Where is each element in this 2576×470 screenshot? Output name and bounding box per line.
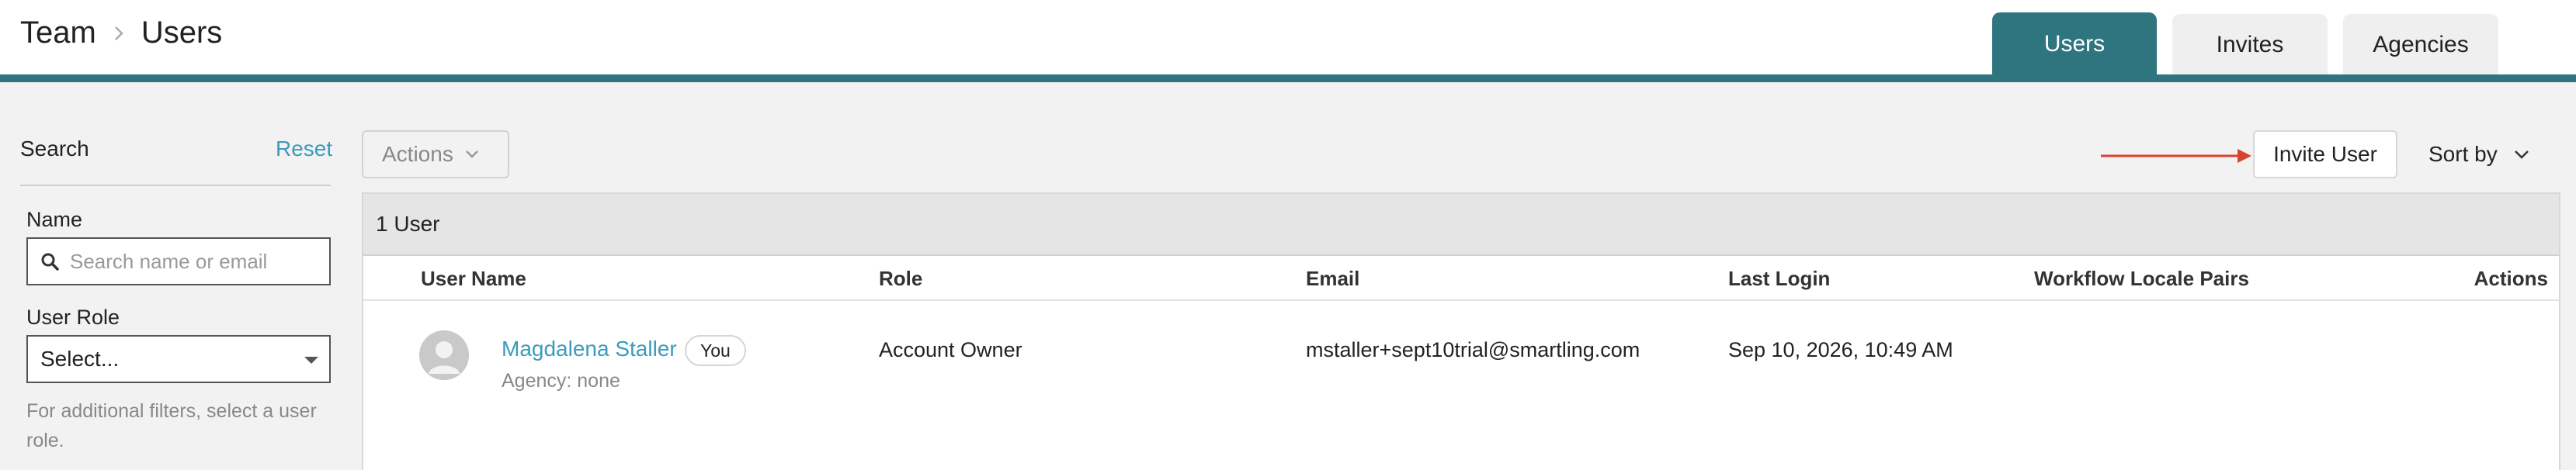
table-header-row: User Name Role Email Last Login Workflow… — [363, 257, 2559, 301]
actions-button-label: Actions — [382, 142, 453, 166]
column-header-workflow-locale-pairs: Workflow Locale Pairs — [2034, 267, 2249, 290]
name-field-label: Name — [26, 208, 83, 231]
breadcrumb-users: Users — [141, 16, 223, 50]
chevron-right-icon — [113, 25, 124, 42]
tab-invites[interactable]: Invites — [2172, 14, 2328, 76]
tab-agencies[interactable]: Agencies — [2343, 14, 2498, 76]
page-header: Team Users Users Invites Agencies — [0, 0, 2576, 76]
column-header-role[interactable]: Role — [879, 267, 922, 291]
actions-dropdown-button[interactable]: Actions — [362, 130, 509, 178]
sort-by-dropdown[interactable]: Sort by — [2428, 142, 2530, 167]
search-icon — [40, 252, 59, 271]
user-name-link[interactable]: Magdalena Staller — [502, 337, 677, 361]
sort-by-label: Sort by — [2428, 142, 2498, 166]
tab-users[interactable]: Users — [1992, 12, 2157, 76]
chevron-down-icon — [464, 150, 480, 159]
you-badge: You — [685, 335, 746, 366]
chevron-down-icon — [2513, 149, 2530, 160]
user-email-cell: mstaller+sept10trial@smartling.com — [1306, 338, 1640, 361]
default-user-avatar-icon — [419, 330, 469, 380]
column-header-last-login[interactable]: Last Login — [1728, 267, 1830, 291]
user-role-cell: Account Owner — [879, 338, 1022, 361]
user-role-select[interactable]: Select... — [26, 335, 331, 383]
search-sidebar: Search Reset Name User Role Select... Fo… — [0, 82, 349, 470]
users-table: 1 User User Name Role Email Last Login W… — [362, 192, 2560, 470]
red-arrow-icon — [2101, 147, 2253, 168]
column-header-email[interactable]: Email — [1306, 267, 1359, 291]
invite-user-button[interactable]: Invite User — [2253, 130, 2397, 178]
search-title: Search — [20, 137, 89, 161]
filter-help-text: For additional filters, select a user ro… — [26, 400, 317, 451]
header-accent-bar — [0, 74, 2576, 82]
breadcrumb-team[interactable]: Team — [20, 16, 96, 50]
user-role-select-value: Select... — [40, 347, 120, 371]
search-input[interactable] — [70, 249, 318, 274]
section-tabs: Users Invites Agencies — [1992, 12, 2498, 76]
column-header-actions: Actions — [2474, 267, 2548, 290]
breadcrumb: Team Users — [20, 16, 222, 50]
chevron-down-icon — [304, 357, 318, 364]
name-search-field[interactable] — [26, 237, 331, 285]
user-role-label: User Role — [26, 306, 120, 329]
sidebar-divider — [20, 185, 331, 186]
user-count: 1 User — [363, 194, 2559, 256]
column-header-user-name[interactable]: User Name — [421, 267, 526, 291]
table-row: Magdalena Staller You Agency: none Accou… — [363, 302, 2559, 403]
user-last-login-cell: Sep 10, 2026, 10:49 AM — [1728, 338, 1953, 361]
user-agency: Agency: none — [502, 370, 620, 392]
reset-link[interactable]: Reset — [276, 137, 332, 161]
